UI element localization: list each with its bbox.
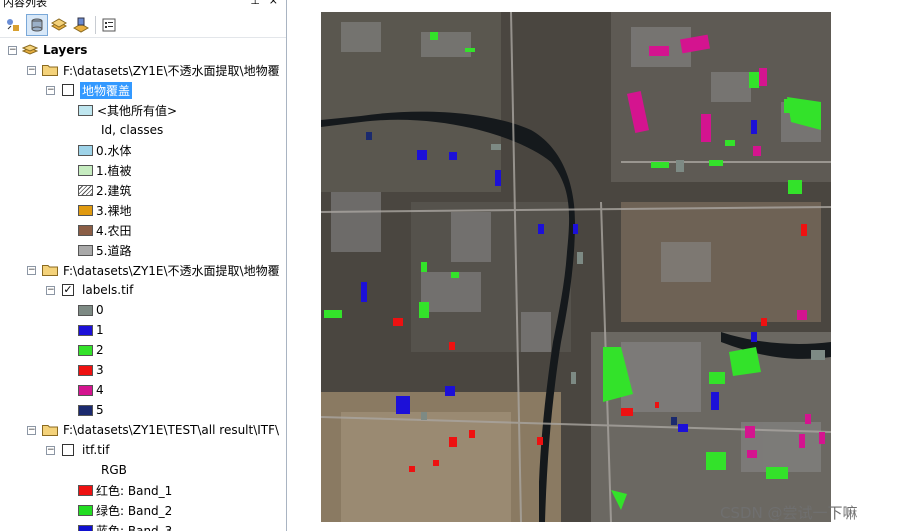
legend-label: 5 bbox=[96, 403, 104, 417]
legend-label: 1 bbox=[96, 323, 104, 337]
legend-item: 2.建筑 bbox=[0, 180, 286, 200]
layer-name[interactable]: itf.tif bbox=[82, 443, 109, 457]
layers-root-label: Layers bbox=[43, 43, 88, 57]
pin-icon[interactable]: ⊥ bbox=[250, 0, 260, 7]
legend-item: 3 bbox=[0, 360, 286, 380]
layer-visibility-checkbox[interactable]: ✓ bbox=[62, 284, 74, 296]
legend-swatch bbox=[78, 304, 93, 316]
legend-item: 1.植被 bbox=[0, 160, 286, 180]
folder-icon bbox=[42, 425, 58, 436]
group-path-label: F:\datasets\ZY1E\不透水面提取\地物覆 bbox=[63, 63, 280, 78]
list-by-source-icon[interactable] bbox=[26, 14, 48, 36]
layer-name[interactable]: 地物覆盖 bbox=[80, 81, 133, 99]
layer-row[interactable]: − itf.tif bbox=[0, 440, 286, 460]
list-by-visibility-icon[interactable] bbox=[48, 14, 70, 36]
legend-label: 5.道路 bbox=[96, 243, 132, 258]
group-row[interactable]: − F:\datasets\ZY1E\TEST\all result\ITF\ bbox=[0, 420, 286, 440]
layer-row[interactable]: − 地物覆盖 bbox=[0, 80, 286, 100]
list-by-drawing-order-icon[interactable] bbox=[2, 14, 24, 36]
legend-swatch bbox=[78, 244, 93, 256]
collapse-icon[interactable]: − bbox=[46, 445, 55, 455]
toc-toolbar bbox=[0, 12, 286, 38]
collapse-icon[interactable]: − bbox=[27, 65, 36, 75]
legend-swatch bbox=[78, 364, 93, 376]
folder-icon bbox=[42, 65, 58, 76]
legend-swatch bbox=[78, 524, 93, 531]
collapse-icon[interactable]: − bbox=[46, 85, 55, 95]
legend-label: 2.建筑 bbox=[96, 183, 132, 198]
collapse-icon[interactable]: − bbox=[8, 45, 17, 55]
legend-swatch bbox=[78, 324, 93, 336]
legend-swatch bbox=[78, 104, 93, 116]
legend-label: 4 bbox=[96, 383, 104, 397]
collapse-icon[interactable]: − bbox=[27, 265, 36, 275]
legend-swatch bbox=[78, 504, 93, 516]
watermark-text: CSDN @尝试一下嘛 bbox=[720, 504, 858, 522]
legend-label: 0 bbox=[96, 303, 104, 317]
legend-field-header: Id, classes bbox=[0, 120, 286, 140]
legend-label: 2 bbox=[96, 343, 104, 357]
legend-item: 3.裸地 bbox=[0, 200, 286, 220]
legend-item: 2 bbox=[0, 340, 286, 360]
legend-label: 3.裸地 bbox=[96, 203, 132, 218]
legend-swatch bbox=[78, 144, 93, 156]
layers-root[interactable]: − Layers bbox=[0, 40, 286, 60]
legend-swatch bbox=[78, 384, 93, 396]
legend-swatch bbox=[78, 484, 93, 496]
panel-title: 内容列表 bbox=[3, 0, 47, 9]
legend-item: 0 bbox=[0, 300, 286, 320]
legend-label: <其他所有值> bbox=[97, 103, 178, 118]
legend-item: 0.水体 bbox=[0, 140, 286, 160]
legend-swatch bbox=[78, 204, 93, 216]
layer-row[interactable]: − ✓ labels.tif bbox=[0, 280, 286, 300]
legend-label: 蓝色: Band_3 bbox=[96, 523, 173, 531]
collapse-icon[interactable]: − bbox=[46, 285, 55, 295]
table-of-contents-panel: 内容列表 ⊥ × − Layers − F:\datasets\ZY1E\不透水… bbox=[0, 0, 287, 531]
group-path-label: F:\datasets\ZY1E\不透水面提取\地物覆 bbox=[63, 263, 280, 278]
legend-item: 绿色: Band_2 bbox=[0, 500, 286, 520]
legend-rgb-header: RGB bbox=[0, 460, 286, 480]
legend-item: 1 bbox=[0, 320, 286, 340]
legend-item: 4 bbox=[0, 380, 286, 400]
map-view[interactable] bbox=[321, 12, 831, 522]
legend-item: 4.农田 bbox=[0, 220, 286, 240]
legend-item: 蓝色: Band_3 bbox=[0, 520, 286, 531]
layer-visibility-checkbox[interactable] bbox=[62, 84, 74, 96]
close-icon[interactable]: × bbox=[269, 0, 278, 7]
group-row[interactable]: − F:\datasets\ZY1E\不透水面提取\地物覆 bbox=[0, 260, 286, 280]
legend-field-label: Id, classes bbox=[101, 123, 164, 137]
rgb-label: RGB bbox=[101, 463, 127, 477]
legend-label: 0.水体 bbox=[96, 143, 132, 158]
legend-swatch bbox=[78, 184, 93, 196]
legend-swatch bbox=[78, 344, 93, 356]
list-by-selection-icon[interactable] bbox=[70, 14, 92, 36]
legend-label: 1.植被 bbox=[96, 163, 132, 178]
legend-label: 绿色: Band_2 bbox=[96, 503, 173, 518]
folder-icon bbox=[42, 265, 58, 276]
layers-icon bbox=[22, 44, 38, 55]
legend-item: <其他所有值> bbox=[0, 100, 286, 120]
legend-label: 红色: Band_1 bbox=[96, 483, 173, 498]
satellite-image bbox=[321, 12, 831, 522]
legend-swatch bbox=[78, 404, 93, 416]
legend-item: 5.道路 bbox=[0, 240, 286, 260]
legend-label: 4.农田 bbox=[96, 223, 132, 238]
layer-visibility-checkbox[interactable] bbox=[62, 444, 74, 456]
legend-swatch bbox=[78, 164, 93, 176]
legend-item: 5 bbox=[0, 400, 286, 420]
layer-name[interactable]: labels.tif bbox=[82, 283, 133, 297]
options-icon[interactable] bbox=[98, 14, 120, 36]
legend-item: 红色: Band_1 bbox=[0, 480, 286, 500]
group-path-label: F:\datasets\ZY1E\TEST\all result\ITF\ bbox=[63, 423, 280, 437]
legend-swatch bbox=[78, 224, 93, 236]
legend-label: 3 bbox=[96, 363, 104, 377]
group-row[interactable]: − F:\datasets\ZY1E\不透水面提取\地物覆 bbox=[0, 60, 286, 80]
collapse-icon[interactable]: − bbox=[27, 425, 36, 435]
